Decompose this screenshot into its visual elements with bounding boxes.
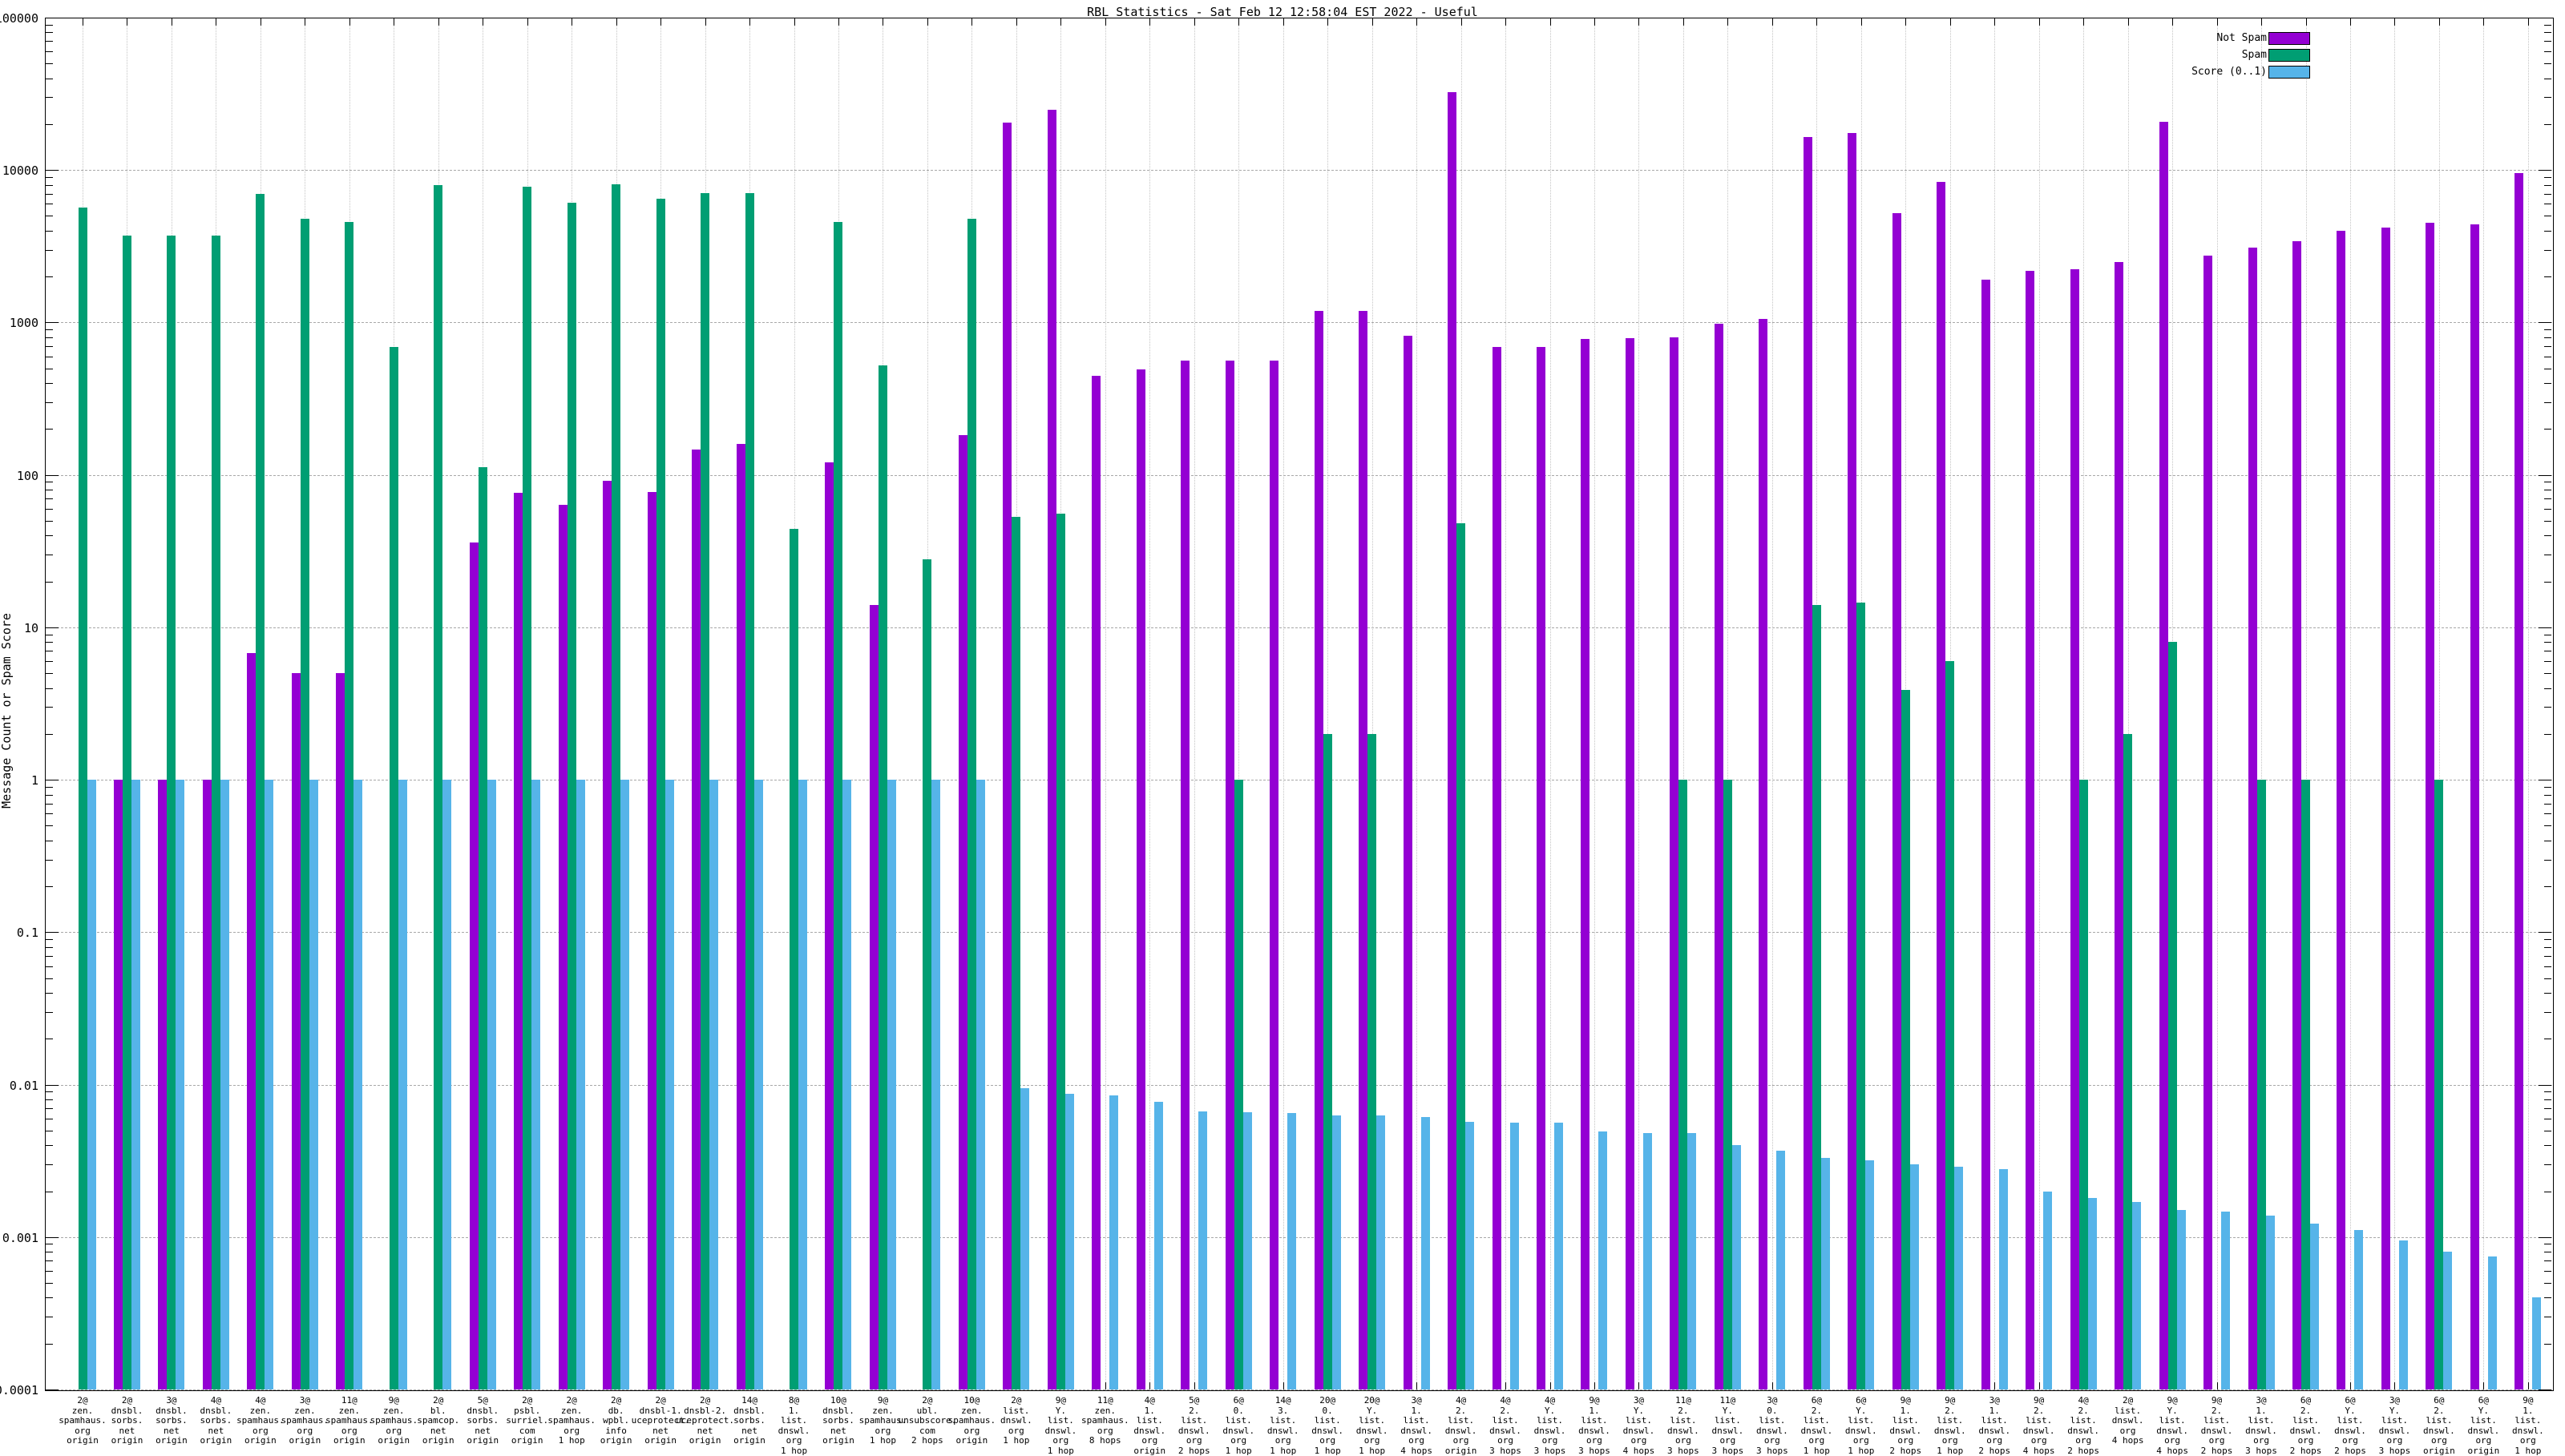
rbl-statistics-chart: RBL Statistics - Sat Feb 12 12:58:04 EST… bbox=[0, 0, 2565, 1442]
legend-swatch-not-spam bbox=[2268, 32, 2310, 45]
legend-label: Score (0..1) bbox=[2191, 66, 2267, 78]
x-tick-label: 9@ 1. list. dnswl. org 1 hop bbox=[2484, 1396, 2565, 1456]
legend-label: Spam bbox=[2242, 49, 2267, 61]
y-tick-label: 10 bbox=[0, 621, 38, 635]
y-axis-label: Message Count or Spam Score bbox=[0, 534, 14, 887]
plot-frame bbox=[45, 18, 2554, 1391]
y-tick-label: 100000 bbox=[0, 11, 38, 26]
y-tick-label: 0.0001 bbox=[0, 1383, 38, 1398]
legend-swatch-score bbox=[2268, 66, 2310, 79]
y-tick-label: 0.01 bbox=[0, 1079, 38, 1093]
y-tick-label: 10000 bbox=[0, 163, 38, 178]
y-tick-label: 0.001 bbox=[0, 1231, 38, 1245]
y-tick-label: 1 bbox=[0, 773, 38, 788]
legend-label: Not Spam bbox=[2216, 32, 2267, 44]
legend-swatch-spam bbox=[2268, 49, 2310, 62]
y-tick-label: 1000 bbox=[0, 316, 38, 330]
y-tick-label: 100 bbox=[0, 469, 38, 483]
y-tick-label: 0.1 bbox=[0, 926, 38, 940]
